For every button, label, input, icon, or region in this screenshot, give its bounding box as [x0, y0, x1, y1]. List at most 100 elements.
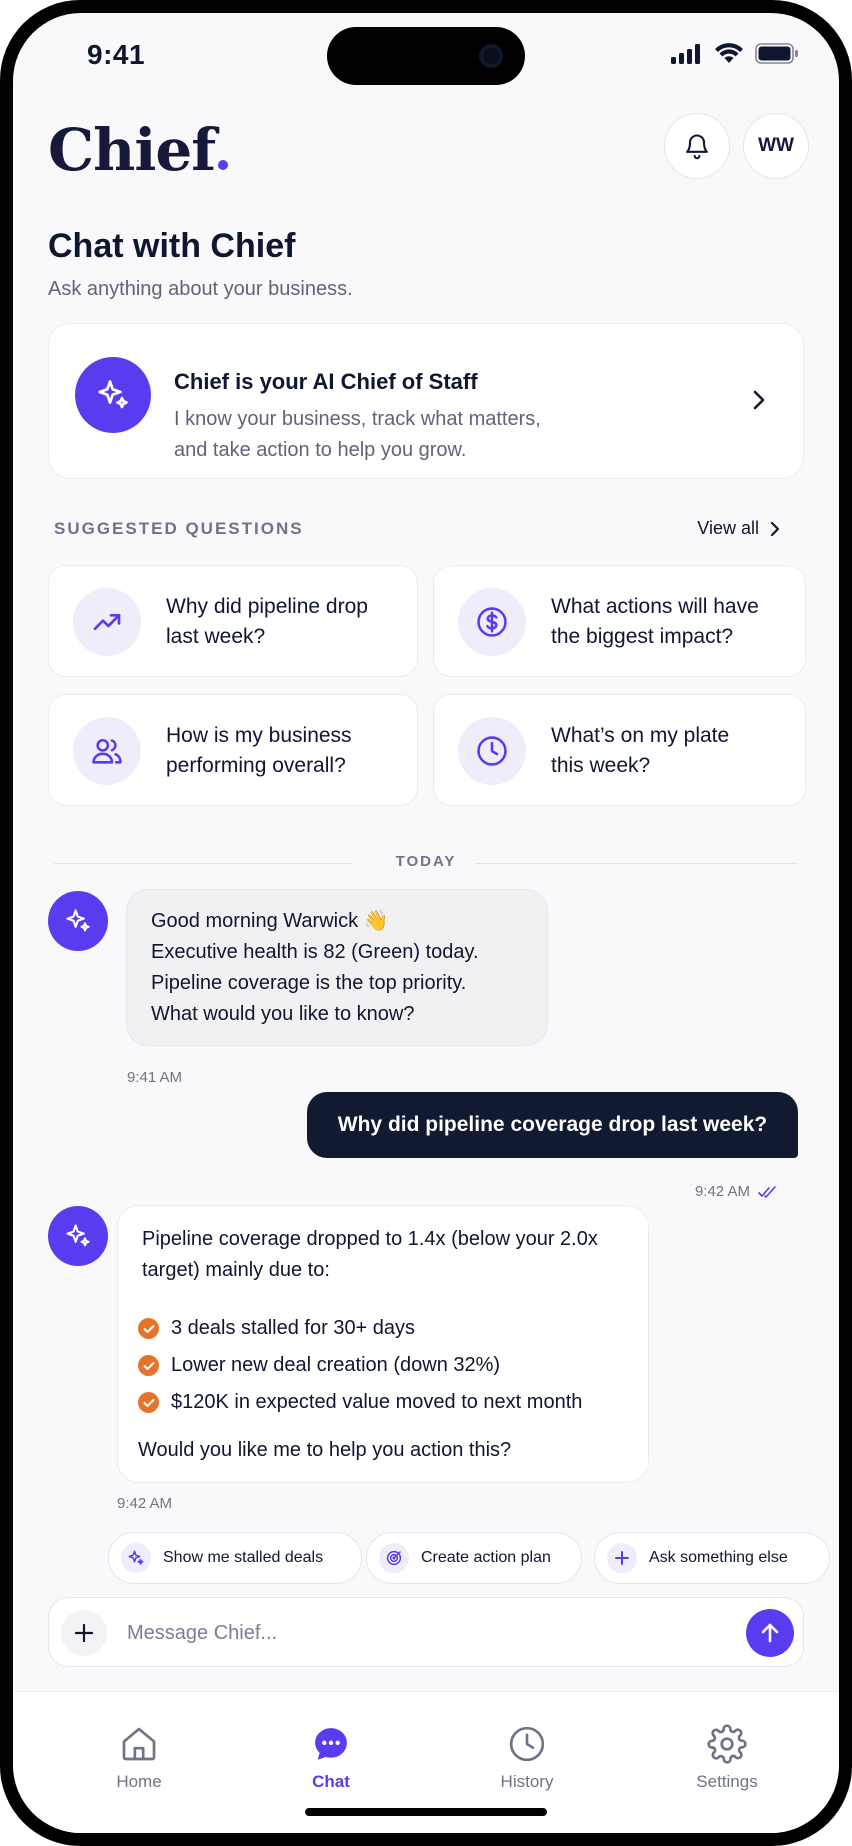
- status-time: 9:41: [87, 39, 146, 70]
- question-text: How is my business performing overall?: [166, 721, 406, 781]
- avatar[interactable]: WW: [743, 113, 809, 179]
- bullet-item: 3 deals stalled for 30+ days: [138, 1317, 415, 1340]
- message-status: 9:42 AM: [695, 1183, 778, 1200]
- suggested-question-card[interactable]: How is my business performing overall?: [48, 694, 418, 806]
- bot-message-bubble: Pipeline coverage dropped to 1.4x (below…: [117, 1205, 649, 1483]
- app-screen: 9:41 Chief WW Chat with Chief Ask anythi…: [13, 13, 839, 1833]
- clock-icon: [477, 736, 507, 766]
- bullet-text: $120K in expected value moved to next mo…: [171, 1391, 583, 1413]
- question-text: What actions will have the biggest impact…: [551, 592, 791, 652]
- chip-label: Ask something else: [649, 1549, 788, 1566]
- divider-line: [476, 863, 798, 864]
- question-icon-badge: [458, 717, 526, 785]
- tab-chat[interactable]: Chat: [271, 1724, 391, 1792]
- question-text: What’s on my plate this week?: [551, 721, 791, 781]
- tab-label: Settings: [696, 1772, 758, 1791]
- question-icon-badge: [73, 588, 141, 656]
- sparkle-icon: [66, 909, 90, 932]
- quick-reply-chip[interactable]: Show me stalled deals: [108, 1532, 362, 1584]
- user-message-bubble: Why did pipeline coverage drop last week…: [307, 1092, 798, 1158]
- question-line: How is my business: [166, 724, 352, 747]
- bullet-item: Lower new deal creation (down 32%): [138, 1354, 500, 1377]
- question-line: the biggest impact?: [551, 625, 734, 648]
- camera-icon: [479, 44, 503, 68]
- sparkle-icon: [128, 1550, 144, 1565]
- quick-reply-chip[interactable]: Ask something else: [594, 1532, 830, 1584]
- bot-avatar: [48, 1206, 108, 1266]
- message-line: What would you like to know?: [151, 1003, 415, 1025]
- signal-icon: [671, 43, 700, 64]
- question-line: What actions will have: [551, 595, 759, 618]
- chip-icon-badge: [121, 1543, 151, 1573]
- quick-reply-chip[interactable]: Create action plan: [366, 1532, 582, 1584]
- plus-icon: [615, 1551, 629, 1565]
- chip-label: Show me stalled deals: [163, 1549, 324, 1566]
- question-line: performing overall?: [166, 754, 346, 777]
- view-all-link[interactable]: View all: [697, 518, 781, 539]
- page-subtitle: Ask anything about your business.: [48, 278, 353, 300]
- tab-label: History: [500, 1772, 554, 1791]
- suggested-question-card[interactable]: What actions will have the biggest impact…: [433, 565, 806, 677]
- question-line: What’s on my plate: [551, 724, 730, 747]
- check-circle-icon: [138, 1355, 159, 1376]
- wifi-icon: [715, 43, 743, 63]
- message-composer: [48, 1597, 804, 1667]
- home-icon: [122, 1727, 156, 1761]
- tab-history[interactable]: History: [467, 1724, 587, 1792]
- battery-icon: [755, 43, 798, 64]
- tab-settings[interactable]: Settings: [667, 1724, 787, 1792]
- double-check-icon: [758, 1185, 776, 1198]
- message-input[interactable]: [127, 1610, 687, 1656]
- users-icon: [92, 738, 122, 764]
- attach-button[interactable]: [61, 1610, 107, 1656]
- intro-card[interactable]: Chief is your AI Chief of Staff I know y…: [48, 323, 804, 479]
- suggested-question-card[interactable]: What’s on my plate this week?: [433, 694, 806, 806]
- question-text: Why did pipeline drop last week?: [166, 592, 406, 652]
- message-line: Good morning Warwick 👋: [151, 910, 389, 932]
- app-logo: Chief: [48, 116, 229, 184]
- message-question: Would you like me to help you action thi…: [138, 1439, 512, 1461]
- intro-text: I know your business, track what matters…: [174, 404, 614, 466]
- question-icon-badge: [458, 588, 526, 656]
- page-title: Chat with Chief: [48, 227, 296, 265]
- bot-avatar: [48, 891, 108, 951]
- suggested-question-card[interactable]: Why did pipeline drop last week?: [48, 565, 418, 677]
- bullet-text: Lower new deal creation (down 32%): [171, 1354, 501, 1376]
- sparkle-badge: [75, 357, 151, 433]
- send-button[interactable]: [746, 1609, 794, 1657]
- chat-icon: [315, 1728, 347, 1760]
- clock-icon: [509, 1726, 545, 1762]
- dynamic-island: [327, 27, 525, 85]
- question-icon-badge: [73, 717, 141, 785]
- message-timestamp: 9:42 AM: [117, 1495, 173, 1512]
- trending-up-icon: [93, 614, 121, 630]
- bell-icon: [686, 134, 708, 160]
- intro-heading: Chief is your AI Chief of Staff: [174, 369, 478, 394]
- arrow-up-icon: [761, 1623, 779, 1643]
- message-timestamp: 9:42 AM: [694, 1183, 750, 1200]
- bullet-item: $120K in expected value moved to next mo…: [138, 1391, 582, 1414]
- device-frame: 9:41 Chief WW Chat with Chief Ask anythi…: [0, 0, 852, 1846]
- intro-line-1: I know your business, track what matters…: [174, 408, 541, 430]
- date-divider-label: TODAY: [395, 853, 457, 870]
- dollar-icon: [477, 607, 507, 637]
- chevron-right-icon: [753, 390, 765, 410]
- logo-dot: [218, 160, 229, 170]
- notifications-button[interactable]: [664, 113, 730, 179]
- tab-label: Chat: [312, 1772, 350, 1791]
- date-divider: TODAY: [54, 853, 798, 873]
- message-intro: Pipeline coverage dropped to 1.4x (below…: [142, 1228, 598, 1281]
- bot-message-bubble: Good morning Warwick 👋 Executive health …: [126, 889, 548, 1046]
- message-line: Executive health is 82 (Green) today.: [151, 941, 479, 963]
- tab-home[interactable]: Home: [79, 1724, 199, 1792]
- logo-text: Chief: [48, 116, 216, 184]
- sparkle-icon: [66, 1224, 90, 1247]
- home-indicator: [305, 1808, 547, 1816]
- bullet-text: 3 deals stalled for 30+ days: [171, 1317, 416, 1339]
- tab-bar: Home Chat History Settings: [13, 1691, 839, 1833]
- question-line: Why did pipeline drop: [166, 595, 368, 618]
- section-label: SUGGESTED QUESTIONS: [54, 519, 304, 538]
- intro-line-2: and take action to help you grow.: [174, 439, 467, 461]
- chevron-right-icon: [770, 521, 780, 536]
- message-line: Pipeline coverage is the top priority.: [151, 972, 467, 994]
